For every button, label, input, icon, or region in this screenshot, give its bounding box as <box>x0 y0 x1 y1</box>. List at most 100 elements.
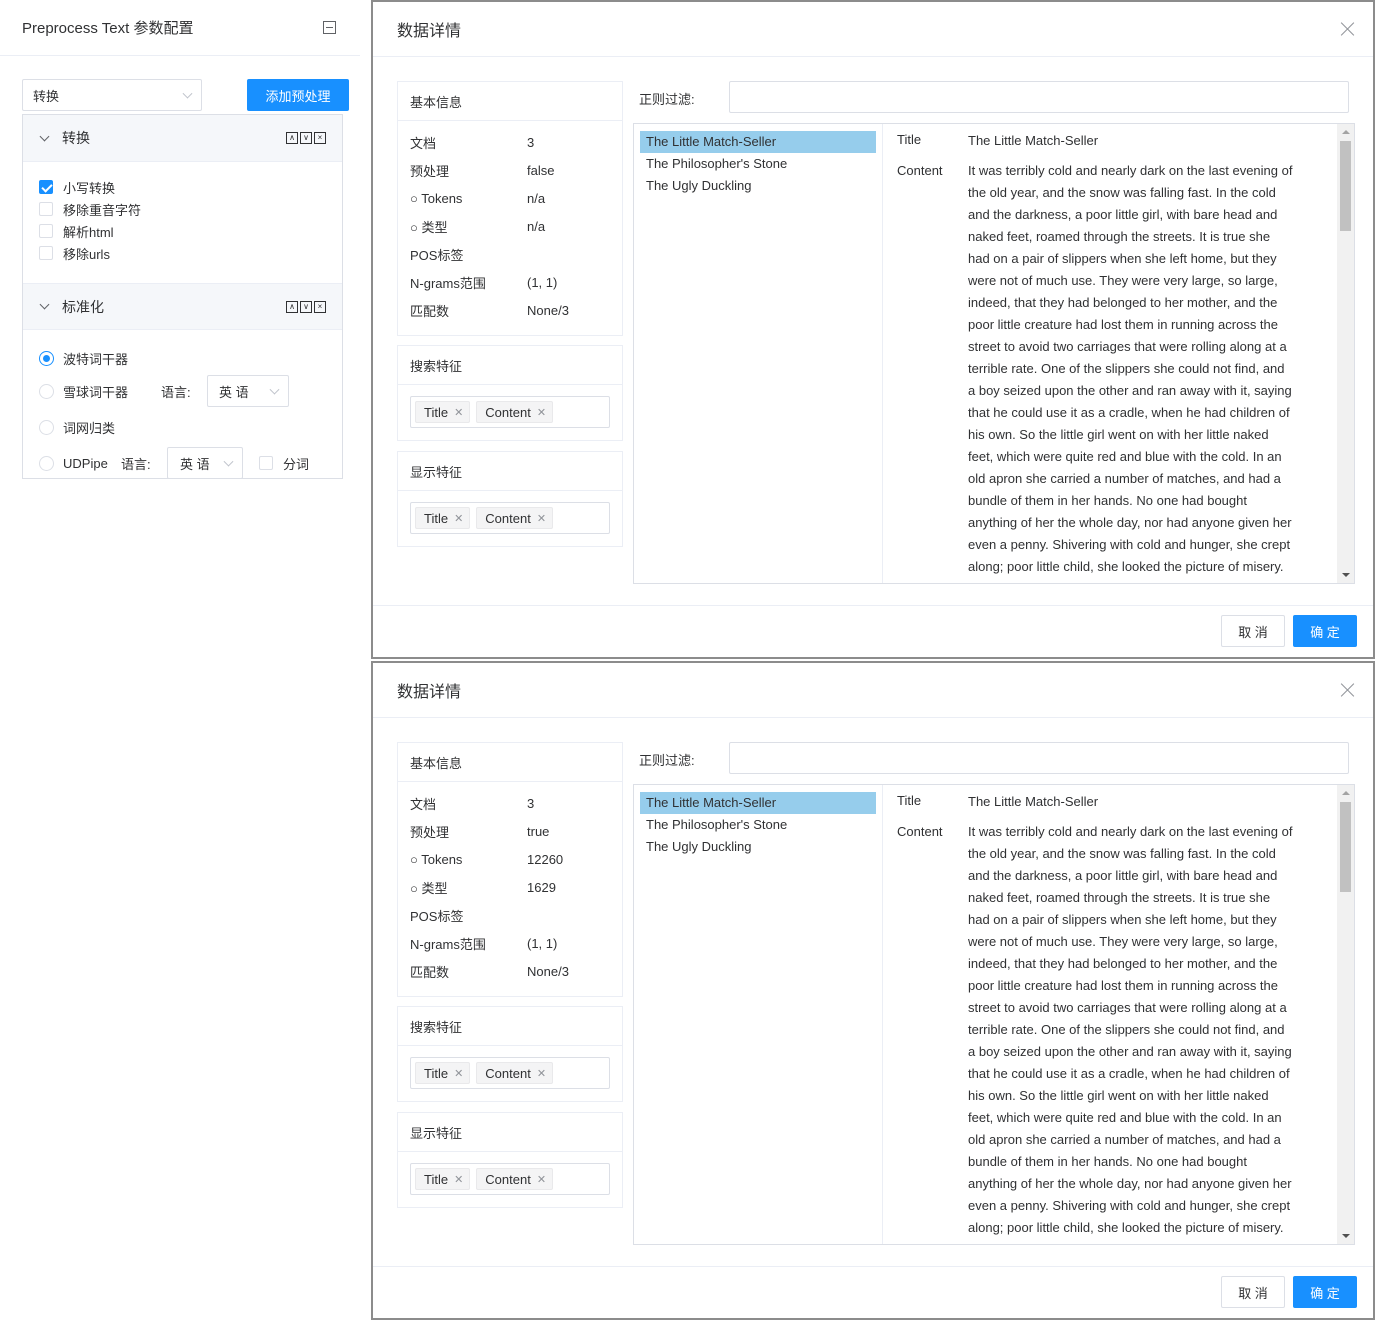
checkbox-icon[interactable] <box>39 224 53 238</box>
document-viewer: The Little Match-Seller The Philosopher'… <box>633 784 1355 1245</box>
list-item[interactable]: The Philosopher's Stone <box>640 814 876 836</box>
info-value: n/a <box>527 218 546 234</box>
list-item[interactable]: The Ugly Duckling <box>640 175 876 197</box>
section-header-normalize[interactable]: 标准化 ∧ ∨ × <box>23 283 342 330</box>
content-line: old apron she carried a number of matche… <box>968 1132 1281 1147</box>
scroll-down-icon[interactable] <box>1342 573 1350 577</box>
language-value: 英 语 <box>180 456 210 472</box>
close-icon[interactable] <box>1341 22 1355 36</box>
radio-udpipe[interactable]: UDPipe 语言: 英 语 分词 <box>39 445 326 481</box>
section-header-transform[interactable]: 转换 ∧ ∨ × <box>23 115 342 162</box>
udpipe-language-select[interactable]: 英 语 <box>167 447 243 479</box>
checkbox-icon[interactable] <box>39 246 53 260</box>
close-icon[interactable] <box>1341 683 1355 697</box>
scroll-up-icon[interactable] <box>1342 130 1350 134</box>
regex-filter-input[interactable] <box>729 742 1349 774</box>
regex-filter-input[interactable] <box>729 81 1349 113</box>
info-key: 预处理 <box>410 163 450 179</box>
move-down-icon[interactable]: ∨ <box>300 132 312 144</box>
list-item[interactable]: The Philosopher's Stone <box>640 153 876 175</box>
tokenize-checkbox-icon[interactable] <box>259 456 273 470</box>
checkbox-remove-urls[interactable]: 移除urls <box>39 242 326 264</box>
radio-icon[interactable] <box>39 419 54 435</box>
info-row-types: ○ 类型 n/a <box>398 212 622 240</box>
move-down-icon[interactable]: ∨ <box>300 301 312 313</box>
scrollbar-thumb[interactable] <box>1340 141 1351 231</box>
move-up-icon[interactable]: ∧ <box>286 132 298 144</box>
radio-wordnet-lemmatizer[interactable]: 词网归类 <box>39 415 326 439</box>
regex-filter-label: 正则过滤: <box>639 92 695 107</box>
add-preprocess-button[interactable]: 添加预处理 <box>247 79 349 111</box>
checkbox-lowercase[interactable]: 小写转换 <box>39 176 326 198</box>
detail-content-row: Content It was terribly cold and nearly … <box>897 160 1326 583</box>
display-features-select[interactable]: Title ✕ Content ✕ <box>410 1163 610 1195</box>
display-features-title: 显示特征 <box>398 1113 622 1152</box>
tag-close-icon[interactable]: ✕ <box>537 1067 546 1080</box>
vertical-scrollbar[interactable] <box>1337 785 1354 1244</box>
radio-snowball-stemmer[interactable]: 雪球词干器 语言: 英 语 <box>39 373 326 409</box>
radio-selected-icon[interactable] <box>39 350 54 366</box>
checkbox-icon[interactable] <box>39 202 53 216</box>
info-row-preprocessed: 预处理 false <box>398 156 622 184</box>
search-features-select[interactable]: Title ✕ Content ✕ <box>410 396 610 428</box>
checkbox-checked-icon[interactable] <box>39 180 53 194</box>
tag-close-icon[interactable]: ✕ <box>537 512 546 525</box>
chevron-down-icon[interactable] <box>39 299 50 310</box>
panel-title: Preprocess Text 参数配置 <box>22 20 194 37</box>
tag-label: Title <box>424 510 449 526</box>
content-line: were not of much use. They were very lar… <box>968 934 1278 949</box>
ok-button[interactable]: 确 定 <box>1293 1276 1357 1308</box>
tag-close-icon[interactable]: ✕ <box>454 406 463 419</box>
info-value: false <box>527 162 555 178</box>
tag-close-icon[interactable]: ✕ <box>537 406 546 419</box>
scrollbar-thumb[interactable] <box>1340 802 1351 892</box>
move-up-icon[interactable]: ∧ <box>286 301 298 313</box>
preprocess-type-select[interactable]: 转换 <box>22 79 202 111</box>
radio-icon[interactable] <box>39 383 54 399</box>
tag-label: Content <box>485 510 531 526</box>
basic-info-card: 基本信息 文档 3 预处理 true ○ Tokens 12260 ○ 类型 1629 … <box>397 742 623 997</box>
tag-close-icon[interactable]: ✕ <box>454 1173 463 1186</box>
scroll-up-icon[interactable] <box>1342 791 1350 795</box>
info-row-types: ○ 类型 1629 <box>398 873 622 901</box>
chevron-down-icon[interactable] <box>39 131 50 141</box>
list-item[interactable]: The Ugly Duckling <box>640 836 876 858</box>
display-features-select[interactable]: Title ✕ Content ✕ <box>410 502 610 534</box>
info-key: N-grams范围 <box>410 936 486 952</box>
tag-close-icon[interactable]: ✕ <box>454 1067 463 1080</box>
list-item[interactable]: The Little Match-Seller <box>640 792 876 814</box>
checkbox-label: 小写转换 <box>63 180 116 196</box>
cancel-button[interactable]: 取 消 <box>1221 1276 1285 1308</box>
checkbox-remove-accents[interactable]: 移除重音字符 <box>39 198 326 220</box>
scroll-down-icon[interactable] <box>1342 1234 1350 1238</box>
vertical-scrollbar[interactable] <box>1337 124 1354 583</box>
detail-title-row: Title The Little Match-Seller <box>897 132 1326 160</box>
basic-info-card: 基本信息 文档 3 预处理 false ○ Tokens n/a ○ 类型 n/a PO… <box>397 81 623 336</box>
radio-icon[interactable] <box>39 455 54 471</box>
content-line: anything of her the whole day, nor had a… <box>968 515 1292 530</box>
cancel-button[interactable]: 取 消 <box>1221 615 1285 647</box>
content-line: indeed, that they had belonged to her mo… <box>968 956 1278 971</box>
content-line: had on a pair of slippers when she left … <box>968 251 1277 266</box>
info-row-documents: 文档 3 <box>398 789 622 817</box>
content-line: naked feet, roamed through the streets. … <box>968 229 1271 244</box>
tag-close-icon[interactable]: ✕ <box>537 1173 546 1186</box>
snowball-language-select[interactable]: 英 语 <box>207 375 289 407</box>
radio-label: 词网归类 <box>63 420 116 436</box>
collapse-icon[interactable] <box>323 21 336 34</box>
radio-porter-stemmer[interactable]: 波特词干器 <box>39 346 326 370</box>
search-features-select[interactable]: Title ✕ Content ✕ <box>410 1057 610 1089</box>
basic-info-title: 基本信息 <box>398 82 622 121</box>
list-item[interactable]: The Little Match-Seller <box>640 131 876 153</box>
dialog-footer: 取 消 确 定 <box>373 1266 1373 1318</box>
feature-tag: Title ✕ <box>415 1168 471 1190</box>
checkbox-label: 移除urls <box>63 246 110 262</box>
preprocess-list: 转换 ∧ ∨ × 小写转换 移除重音字符 解析html 移除urls 标准化 ∧… <box>22 114 343 479</box>
checkbox-parse-html[interactable]: 解析html <box>39 220 326 242</box>
remove-icon[interactable]: × <box>314 132 326 144</box>
info-row-tokens: ○ Tokens n/a <box>398 184 622 212</box>
tag-close-icon[interactable]: ✕ <box>454 512 463 525</box>
info-key: POS标签 <box>410 247 464 263</box>
remove-icon[interactable]: × <box>314 301 326 313</box>
ok-button[interactable]: 确 定 <box>1293 615 1357 647</box>
